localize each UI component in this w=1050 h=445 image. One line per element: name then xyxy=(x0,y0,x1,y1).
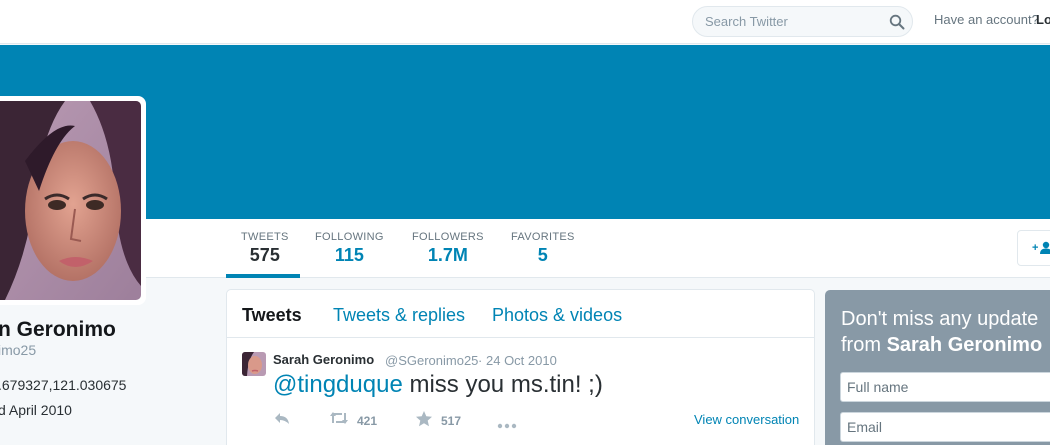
follow-button[interactable]: + xyxy=(1017,230,1050,266)
profile-name: n Geronimo xyxy=(0,318,116,341)
profile-join-date: d April 2010 xyxy=(0,402,72,418)
tweet-author-handle[interactable]: @SGeronimo25 xyxy=(385,353,478,368)
stat-value: 1.7M xyxy=(427,245,468,265)
tweet-author-name[interactable]: Sarah Geronimo xyxy=(273,352,374,367)
tweet-separator: · xyxy=(478,353,483,368)
stat-value: 5 xyxy=(537,245,548,265)
email-field[interactable] xyxy=(840,412,1050,442)
signup-title-line1: Don't miss any update xyxy=(841,308,1039,330)
profile-banner xyxy=(0,45,1050,219)
stat-following[interactable]: FOLLOWING 115 xyxy=(315,231,384,266)
retweet-action[interactable]: 421 xyxy=(329,410,377,431)
stat-favorites[interactable]: FAVORITES 5 xyxy=(511,231,575,266)
tweet-item[interactable]: Sarah Geronimo @SGeronimo25 · 24 Oct 201… xyxy=(227,338,814,445)
view-conversation-link[interactable]: View conversation xyxy=(694,412,799,427)
tweet-body: miss you ms.tin! ;) xyxy=(402,371,603,398)
active-stat-underline xyxy=(226,274,300,278)
favorite-action[interactable]: 517 xyxy=(415,410,461,432)
reply-icon[interactable] xyxy=(273,410,291,431)
tweet-timestamp[interactable]: 24 Oct 2010 xyxy=(486,353,557,368)
add-user-icon: + xyxy=(1032,241,1050,260)
timeline-card: Tweets Tweets & replies Photos & videos … xyxy=(226,289,815,445)
tab-tweets-replies[interactable]: Tweets & replies xyxy=(333,305,465,326)
more-icon[interactable] xyxy=(497,416,517,434)
retweet-count: 421 xyxy=(357,413,378,428)
profile-location: .679327,121.030675 xyxy=(0,377,127,393)
star-icon[interactable] xyxy=(415,410,433,432)
signup-title: Don't miss any update from Sarah Geronim… xyxy=(841,306,1042,358)
timeline-tabs: Tweets Tweets & replies Photos & videos xyxy=(227,290,814,338)
tab-photos-videos[interactable]: Photos & videos xyxy=(492,305,622,326)
fullname-field[interactable] xyxy=(840,372,1050,402)
profile-handle[interactable]: imo25 xyxy=(0,342,36,358)
stat-value: 575 xyxy=(249,245,280,265)
more-action[interactable] xyxy=(497,416,517,434)
stat-label: TWEETS xyxy=(241,231,289,243)
tab-tweets[interactable]: Tweets xyxy=(242,305,302,326)
profile-nav: TWEETS 575 FOLLOWING 115 FOLLOWERS 1.7M … xyxy=(0,219,1050,278)
signup-title-name: Sarah Geronimo xyxy=(886,334,1043,356)
stat-label: FAVORITES xyxy=(511,231,575,243)
profile-avatar-frame xyxy=(0,96,146,305)
svg-text:+: + xyxy=(1032,242,1038,254)
stat-label: FOLLOWING xyxy=(315,231,384,243)
stat-followers[interactable]: FOLLOWERS 1.7M xyxy=(412,231,484,266)
search-box[interactable] xyxy=(692,6,913,37)
favorite-count: 517 xyxy=(441,414,462,428)
retweet-icon[interactable] xyxy=(329,410,349,431)
top-bar: Have an account? Lo xyxy=(0,0,1050,44)
tweet-avatar[interactable] xyxy=(242,352,266,376)
stat-label: FOLLOWERS xyxy=(412,231,484,243)
search-input[interactable] xyxy=(693,7,883,36)
stat-tweets[interactable]: TWEETS 575 xyxy=(241,231,289,266)
stat-value: 115 xyxy=(334,245,364,265)
login-link[interactable]: Lo xyxy=(1036,12,1050,27)
signup-title-from: from xyxy=(841,334,887,356)
tweet-mention[interactable]: @tingduque xyxy=(273,371,403,398)
tweet-text: @tingduque miss you ms.tin! ;) xyxy=(273,371,603,399)
have-account-text: Have an account? xyxy=(934,12,1039,27)
signup-module: Don't miss any update from Sarah Geronim… xyxy=(825,290,1050,445)
profile-avatar[interactable] xyxy=(0,101,141,300)
search-icon[interactable] xyxy=(889,14,905,30)
reply-action[interactable] xyxy=(273,410,291,431)
